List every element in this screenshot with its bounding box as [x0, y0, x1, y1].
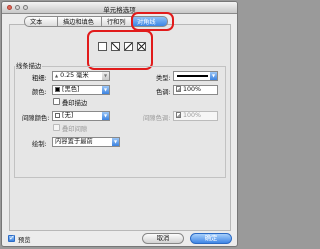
tab-diagonal-lines[interactable]: 对角线: [132, 16, 168, 27]
type-dropdown-arrow-icon[interactable]: ▼: [210, 72, 217, 80]
tab-rows-columns[interactable]: 行和列: [102, 16, 132, 27]
no-diagonal-icon[interactable]: [98, 42, 107, 51]
gap-color-dropdown-arrow-icon[interactable]: ▼: [102, 112, 109, 120]
draw-label: 绘制:: [32, 141, 47, 148]
tint-field[interactable]: 100%: [173, 85, 218, 95]
preview-label: 预览: [18, 237, 31, 244]
tint-value: 100%: [183, 86, 202, 93]
color-dropdown-arrow-icon[interactable]: ▼: [102, 86, 109, 94]
diagonal-type-buttons: [98, 42, 146, 51]
overprint-gap-checkbox[interactable]: [53, 124, 60, 131]
type-dropdown[interactable]: ▼: [173, 71, 218, 81]
type-label: 类型:: [156, 75, 171, 82]
color-dropdown[interactable]: [黑色] ▼: [52, 85, 110, 95]
window-title: 单元格选项: [103, 6, 136, 14]
weight-dropdown-arrow-icon[interactable]: ▼: [102, 72, 109, 80]
ok-button[interactable]: 确定: [190, 233, 232, 244]
color-label: 颜色:: [32, 89, 47, 96]
tab-text[interactable]: 文本: [24, 16, 58, 27]
preview-checkbox[interactable]: [8, 234, 15, 243]
cancel-button[interactable]: 取消: [142, 233, 184, 244]
tab-bar: 文本 描边和填色 行和列 对角线: [24, 16, 168, 28]
weight-stepper-icon[interactable]: ▲: [55, 73, 58, 78]
draw-value: 内容置于最前: [55, 138, 93, 145]
weight-field[interactable]: ▲ 0.25 毫米 ▼: [52, 71, 110, 81]
weight-value: 0.25 毫米: [60, 72, 89, 79]
color-value: [黑色]: [62, 86, 80, 93]
solid-line-preview: [177, 75, 208, 77]
gap-color-label: 间隙颜色:: [22, 115, 50, 122]
diagonal-down-icon[interactable]: [111, 42, 120, 51]
tab-strokes-fills[interactable]: 描边和填色: [58, 16, 102, 27]
black-swatch-icon: [55, 87, 60, 92]
tint-icon: [176, 86, 181, 92]
overprint-gap-label: 叠印间隙: [62, 126, 88, 133]
weight-label: 粗细:: [32, 75, 47, 82]
overprint-stroke-label: 叠印描边: [62, 100, 88, 107]
overprint-stroke-checkbox[interactable]: [53, 98, 60, 105]
gap-tint-field[interactable]: 100%: [173, 111, 218, 121]
cell-options-dialog: 单元格选项 文本 描边和填色 行和列 对角线 线条描边 粗细: ▲ 0.25 毫…: [1, 1, 238, 247]
line-stroke-group: [14, 66, 226, 178]
draw-dropdown[interactable]: 内容置于最前 ▼: [52, 137, 120, 147]
diagonal-cross-icon[interactable]: [137, 42, 146, 51]
diagonal-up-icon[interactable]: [124, 42, 133, 51]
line-stroke-group-label: 线条描边: [15, 61, 43, 70]
gap-tint-icon: [176, 112, 181, 118]
gap-tint-value: 100%: [183, 112, 202, 119]
draw-dropdown-arrow-icon[interactable]: ▼: [112, 138, 119, 146]
none-swatch-icon: [55, 113, 60, 118]
gap-color-dropdown[interactable]: [无] ▼: [52, 111, 110, 121]
gap-tint-label: 间隙色调:: [143, 115, 171, 122]
title-bar: 单元格选项: [2, 2, 237, 14]
tint-label: 色调:: [156, 89, 171, 96]
gap-color-value: [无]: [62, 112, 74, 119]
